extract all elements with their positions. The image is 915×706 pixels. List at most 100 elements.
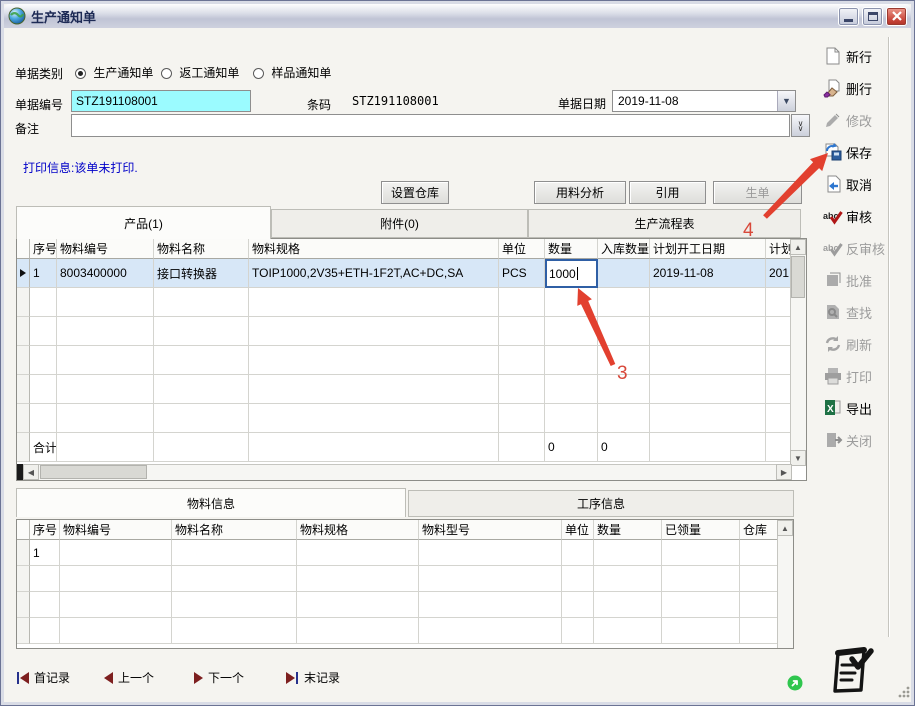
sidebar-button-save[interactable]: 保存	[823, 139, 903, 165]
table-row[interactable]: 1 8003400000 接口转换器 TOIP1000,2V35+ETH-1F2…	[17, 259, 806, 288]
column-header[interactable]: 计划	[766, 239, 792, 259]
doc-date-label: 单据日期	[558, 95, 606, 112]
reference-button[interactable]: 引用	[629, 181, 706, 204]
column-header[interactable]: 入库数量	[598, 239, 650, 259]
refresh-icon	[823, 334, 843, 354]
close-button[interactable]	[886, 7, 907, 26]
cell-code[interactable]: 8003400000	[57, 259, 154, 288]
remark-input[interactable]	[71, 114, 790, 137]
column-header[interactable]: 物料型号	[419, 520, 562, 540]
material-analysis-button[interactable]: 用料分析	[534, 181, 626, 204]
column-header[interactable]: 序号	[30, 520, 60, 540]
v-scroll-thumb[interactable]	[791, 256, 805, 298]
resize-grip[interactable]	[897, 685, 910, 701]
table-row[interactable]	[17, 317, 806, 346]
notes-overlay-icon	[827, 645, 875, 700]
cell-no[interactable]: 1	[30, 259, 57, 288]
doc-type-label: 单据类别	[15, 65, 63, 82]
column-header[interactable]: 单位	[562, 520, 594, 540]
scroll-down-button[interactable]: ▼	[790, 450, 806, 466]
sidebar-label: 新行	[846, 47, 872, 66]
sidebar-button-audit[interactable]: abc 审核	[823, 203, 903, 229]
sidebar-button-export[interactable]: X 导出	[823, 395, 903, 421]
column-header[interactable]: 物料规格	[297, 520, 419, 540]
maximize-button[interactable]	[862, 7, 883, 26]
table-row[interactable]	[17, 375, 806, 404]
table-row[interactable]	[17, 346, 806, 375]
v-scrollbar[interactable]	[777, 520, 793, 648]
tab-product[interactable]: 产品(1)	[16, 206, 271, 239]
cell-unit[interactable]: PCS	[499, 259, 545, 288]
current-row-marker	[17, 259, 30, 288]
tab-process-info[interactable]: 工序信息	[408, 490, 794, 517]
cell-name[interactable]: 接口转换器	[154, 259, 249, 288]
scroll-up-button[interactable]: ▲	[777, 520, 793, 536]
table-row[interactable]	[17, 592, 793, 618]
table-row[interactable]	[17, 618, 793, 644]
column-header[interactable]: 物料编号	[57, 239, 154, 259]
first-record-icon	[17, 672, 19, 684]
sidebar-button-new-row[interactable]: 新行	[823, 43, 903, 69]
table-row[interactable]	[17, 404, 806, 433]
column-header[interactable]: 物料编号	[60, 520, 172, 540]
column-header[interactable]: 数量	[594, 520, 662, 540]
column-header[interactable]: 已领量	[662, 520, 740, 540]
doc-no-input[interactable]	[71, 90, 251, 112]
cancel-icon	[823, 174, 843, 194]
tab-attachment[interactable]: 附件(0)	[271, 209, 528, 238]
nav-first-record[interactable]: 首记录	[16, 669, 70, 686]
remark-label: 备注	[15, 120, 39, 137]
table-row[interactable]	[17, 288, 806, 317]
column-header[interactable]: 物料名称	[172, 520, 297, 540]
cell-no[interactable]: 1	[30, 540, 60, 566]
sidebar-button-delete-row[interactable]: 删行	[823, 75, 903, 101]
radio-production-notice[interactable]: 生产通知单	[75, 64, 153, 81]
print-icon	[823, 366, 843, 386]
column-header[interactable]: 仓库	[740, 520, 779, 540]
delete-row-icon	[823, 78, 843, 98]
column-header[interactable]: 单位	[499, 239, 545, 259]
cell-plan-start[interactable]: 2019-11-08	[650, 259, 766, 288]
sidebar-label: 删行	[846, 79, 872, 98]
sidebar-button-approve: 批准	[823, 267, 903, 293]
next-record-icon	[194, 672, 203, 684]
doc-no-label: 单据编号	[15, 96, 63, 113]
audit-icon: abc	[823, 206, 843, 226]
sidebar-button-cancel[interactable]: 取消	[823, 171, 903, 197]
scroll-up-button[interactable]: ▲	[790, 239, 806, 255]
column-header[interactable]: 物料名称	[154, 239, 249, 259]
modify-icon	[823, 110, 843, 130]
chevron-down-icon[interactable]: ▼	[777, 91, 795, 111]
expand-remark-button[interactable]: ∨∨	[791, 114, 810, 137]
cell-plan-end[interactable]: 201	[766, 259, 792, 288]
qty-edit-cell[interactable]: 1000	[545, 259, 598, 288]
scroll-right-button[interactable]: ▶	[776, 464, 792, 480]
green-status-icon	[787, 675, 803, 694]
sidebar-label: 刷新	[846, 335, 872, 354]
table-row[interactable]: 1	[17, 540, 793, 566]
column-header[interactable]: 数量	[545, 239, 598, 259]
nav-previous-record[interactable]: 上一个	[104, 669, 154, 686]
column-header[interactable]: 物料规格	[249, 239, 499, 259]
nav-next-record[interactable]: 下一个	[194, 669, 244, 686]
sidebar-button-print: 打印	[823, 363, 903, 389]
column-header[interactable]: 序号	[30, 239, 57, 259]
titlebar[interactable]: 生产通知单	[4, 4, 911, 28]
doc-date-combobox[interactable]: 2019-11-08 ▼	[612, 90, 796, 112]
sidebar-button-refresh: 刷新	[823, 331, 903, 357]
table-row[interactable]	[17, 566, 793, 592]
h-scroll-thumb[interactable]	[40, 465, 147, 479]
tab-process-flow[interactable]: 生产流程表	[528, 209, 801, 238]
nav-last-record[interactable]: 末记录	[286, 669, 340, 686]
minimize-button[interactable]	[838, 7, 859, 26]
tab-material-info[interactable]: 物料信息	[16, 488, 406, 517]
cell-stock-in-qty[interactable]	[598, 259, 650, 288]
column-header[interactable]: 计划开工日期	[650, 239, 766, 259]
nav-label: 上一个	[118, 669, 154, 686]
app-icon	[8, 7, 26, 25]
cell-spec[interactable]: TOIP1000,2V35+ETH-1F2T,AC+DC,SA	[249, 259, 499, 288]
radio-rework-notice[interactable]: 返工通知单	[161, 64, 239, 81]
radio-sample-notice[interactable]: 样品通知单	[253, 64, 331, 81]
scroll-left-button[interactable]: ◀	[23, 464, 39, 480]
set-warehouse-button[interactable]: 设置仓库	[381, 181, 449, 204]
